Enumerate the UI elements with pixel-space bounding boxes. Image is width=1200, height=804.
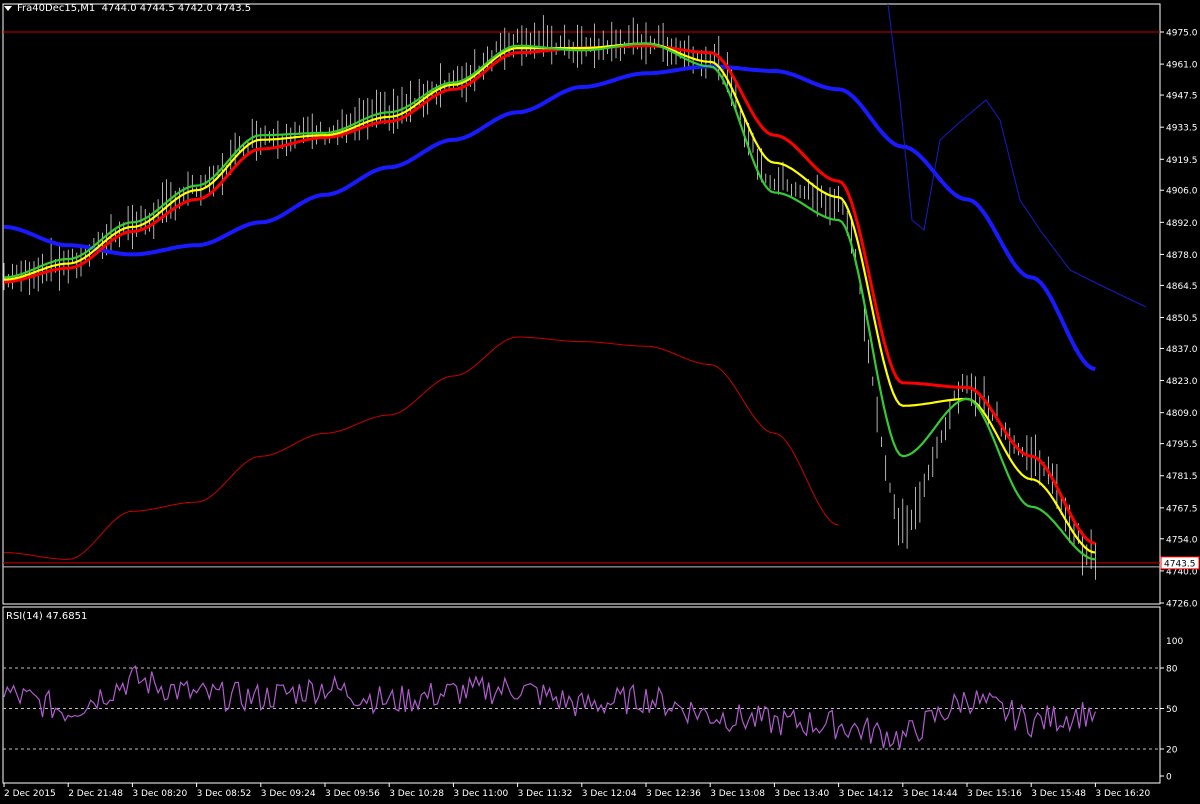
price-tick-label: 4767.5 bbox=[1166, 504, 1198, 514]
price-tick-label: 4947.5 bbox=[1166, 92, 1198, 102]
rsi-line bbox=[3, 664, 1096, 750]
time-tick-label: 2 Dec 2015 bbox=[4, 789, 56, 799]
chevron-down-icon[interactable] bbox=[4, 5, 12, 11]
time-tick-label: 3 Dec 14:44 bbox=[903, 789, 958, 799]
price-tick-label: 4781.5 bbox=[1166, 472, 1198, 482]
price-tick-label: 4906.0 bbox=[1166, 187, 1198, 197]
time-tick-label: 3 Dec 15:48 bbox=[1031, 789, 1086, 799]
price-tick-label: 4892.0 bbox=[1166, 219, 1198, 229]
time-tick-label: 3 Dec 12:36 bbox=[646, 789, 701, 799]
symbol-label: Fra40Dec15,M1 bbox=[17, 3, 96, 14]
price-tick-label: 4975.0 bbox=[1166, 29, 1198, 39]
time-tick-label: 3 Dec 12:04 bbox=[582, 789, 637, 799]
time-tick-label: 3 Dec 10:28 bbox=[389, 789, 444, 799]
red-ma-line bbox=[3, 44, 1096, 545]
main-pane-frame bbox=[2, 3, 1161, 605]
time-tick-label: 3 Dec 11:32 bbox=[518, 789, 573, 799]
trading-chart[interactable]: 4975.0 4961.0 4947.5 4933.5 4919.5 4906.0 4892… bbox=[0, 0, 1200, 800]
current-price-label: 4743.5 bbox=[1164, 559, 1196, 569]
time-tick-label: 3 Dec 11:00 bbox=[453, 789, 508, 799]
price-tick-label: 4809.0 bbox=[1166, 409, 1198, 419]
rsi-tick-label: 50 bbox=[1166, 705, 1178, 715]
chart-canvas[interactable]: 4975.0 4961.0 4947.5 4933.5 4919.5 4906.0 4892… bbox=[0, 0, 1200, 800]
price-tick-label: 4837.0 bbox=[1166, 345, 1198, 355]
time-tick-label: 3 Dec 09:24 bbox=[261, 789, 316, 799]
slow-ma-line bbox=[3, 64, 1096, 372]
time-tick-label: 3 Dec 13:40 bbox=[774, 789, 829, 799]
time-tick-label: 3 Dec 16:20 bbox=[1095, 789, 1150, 799]
time-tick-label: 2 Dec 21:48 bbox=[68, 789, 123, 799]
time-tick-label: 3 Dec 14:12 bbox=[839, 789, 894, 799]
price-tick-label: 4919.5 bbox=[1166, 156, 1198, 166]
rsi-tick-label: 80 bbox=[1166, 665, 1178, 675]
price-tick-label: 4933.5 bbox=[1166, 124, 1198, 134]
rsi-tick-label: 0 bbox=[1166, 773, 1172, 783]
time-tick-label: 3 Dec 09:56 bbox=[325, 789, 380, 799]
time-tick-label: 3 Dec 15:16 bbox=[967, 789, 1022, 799]
blue-indicator-line bbox=[887, 3, 1147, 308]
price-tick-label: 4754.0 bbox=[1166, 535, 1198, 545]
price-tick-label: 4864.5 bbox=[1166, 282, 1198, 292]
price-tick-label: 4795.5 bbox=[1166, 440, 1198, 450]
rsi-label: RSI(14) 47.6851 bbox=[6, 611, 88, 622]
price-tick-label: 4850.5 bbox=[1166, 314, 1198, 324]
green-ma-line bbox=[3, 42, 1096, 561]
price-tick-label: 4726.0 bbox=[1166, 600, 1198, 610]
yellow-ma-line bbox=[3, 42, 1096, 554]
time-tick-label: 3 Dec 08:52 bbox=[197, 789, 252, 799]
ohlc-label: 4744.0 4744.5 4742.0 4743.5 bbox=[101, 3, 252, 14]
price-tick-label: 4961.0 bbox=[1166, 61, 1198, 71]
price-tick-label: 4878.0 bbox=[1166, 251, 1198, 261]
time-tick-label: 3 Dec 08:20 bbox=[132, 789, 187, 799]
price-tick-label: 4823.0 bbox=[1166, 377, 1198, 387]
red-indicator-line bbox=[4, 336, 839, 560]
time-tick-label: 3 Dec 13:08 bbox=[710, 789, 765, 799]
chart-header: Fra40Dec15,M1 4744.0 4744.5 4742.0 4743.… bbox=[4, 3, 251, 14]
rsi-tick-label: 20 bbox=[1166, 746, 1178, 756]
rsi-top-label: 100 bbox=[1166, 637, 1183, 647]
